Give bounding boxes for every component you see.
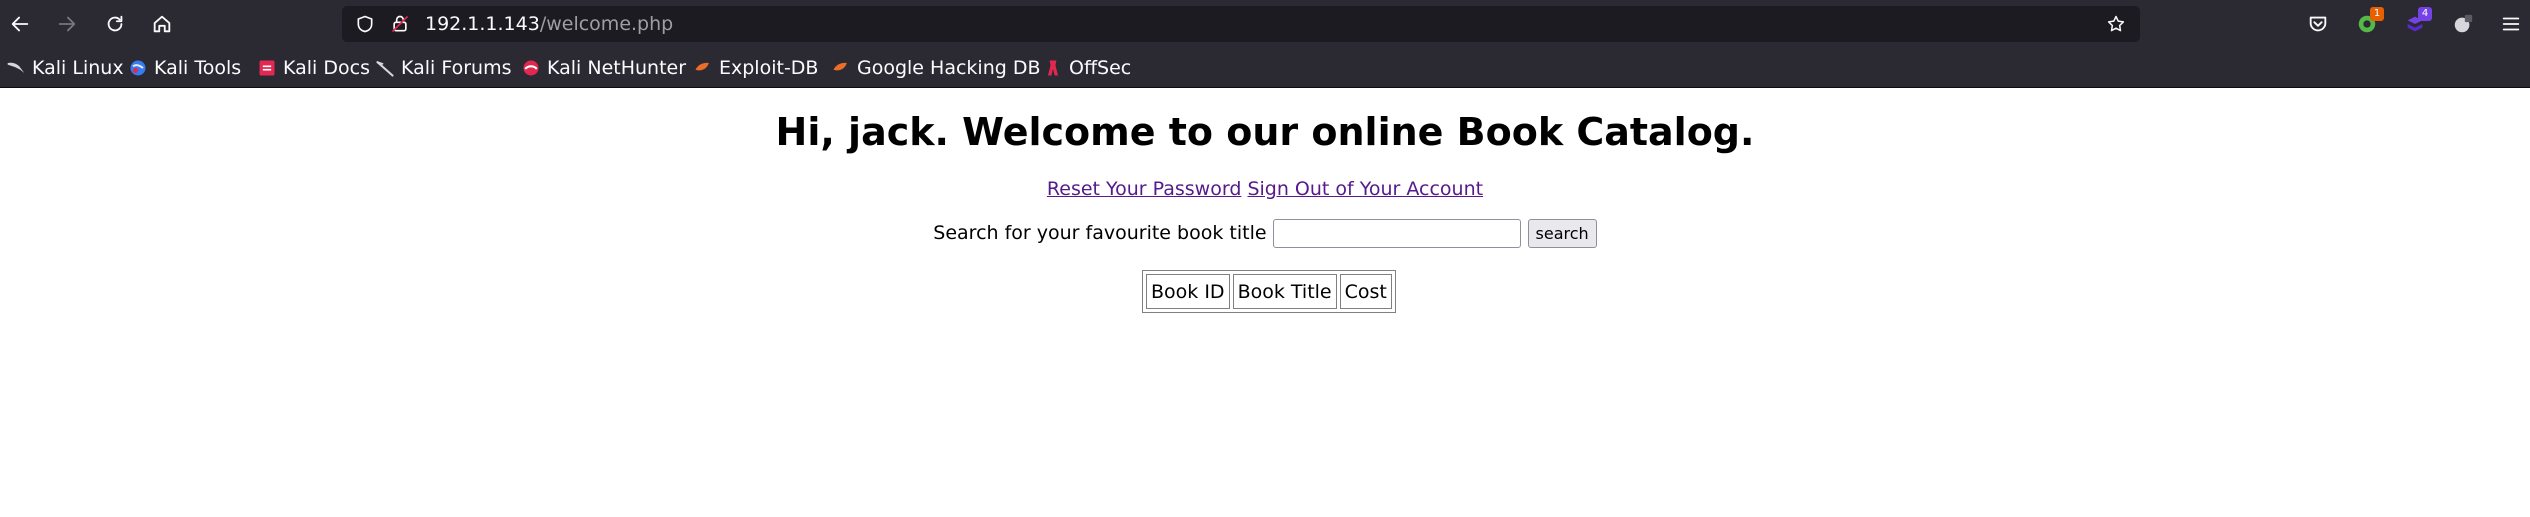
bookmark-kali-tools[interactable]: Kali Tools [128, 48, 241, 88]
back-button[interactable] [2, 6, 38, 42]
extension-3-icon[interactable] [2448, 9, 2478, 39]
bookmark-kali-docs[interactable]: Kali Docs [257, 48, 370, 88]
bookmark-label: OffSec [1069, 57, 1132, 79]
shield-icon[interactable] [354, 13, 376, 35]
table-header-row: Book ID Book Title Cost [1146, 274, 1392, 309]
back-arrow-icon [11, 16, 29, 32]
pocket-icon[interactable] [2303, 9, 2333, 39]
bookmark-label: Kali Tools [154, 57, 242, 79]
account-links: Reset Your Password Sign Out of Your Acc… [0, 177, 2530, 201]
browser-toolbar: 192.1.1.143/welcome.php 1 4 [0, 0, 2530, 48]
hamburger-menu-icon[interactable] [2496, 9, 2526, 39]
url-path: /welcome.php [539, 13, 674, 35]
reset-password-link[interactable]: Reset Your Password [1047, 178, 1241, 200]
url-host: 192.1.1.143 [425, 13, 540, 35]
bookmark-label: Kali Docs [283, 57, 370, 79]
kali-docs-icon [259, 60, 275, 76]
nethunter-icon [523, 60, 539, 76]
page-title: Hi, jack. Welcome to our online Book Cat… [775, 110, 1755, 154]
bookmark-label: Kali Forums [401, 57, 512, 79]
insecure-lock-icon[interactable] [389, 13, 411, 35]
bookmark-kali-forums[interactable]: Kali Forums [375, 48, 512, 88]
address-bar[interactable]: 192.1.1.143/welcome.php [342, 6, 2140, 42]
column-header-book-id: Book ID [1146, 274, 1230, 309]
bookmark-exploit-db[interactable]: Exploit-DB [693, 48, 818, 88]
bookmark-label: Kali Linux [32, 57, 124, 79]
bookmark-kali-linux[interactable]: Kali Linux [6, 48, 124, 88]
reload-button[interactable] [97, 6, 133, 42]
offsec-icon [1048, 60, 1058, 76]
column-header-book-title: Book Title [1232, 274, 1337, 309]
bookmark-label: Exploit-DB [719, 57, 819, 79]
column-header-cost: Cost [1339, 274, 1392, 309]
home-icon [153, 15, 171, 33]
search-button[interactable]: search [1527, 218, 1597, 248]
bookmark-kali-nethunter[interactable]: Kali NetHunter [521, 48, 686, 88]
forward-arrow-icon [58, 16, 76, 32]
kali-forums-icon [376, 61, 394, 77]
url-text[interactable]: 192.1.1.143/welcome.php [425, 6, 673, 42]
forward-button[interactable] [49, 6, 85, 42]
search-label: Search for your favourite book title [933, 222, 1267, 244]
extension-1-icon[interactable]: 1 [2352, 7, 2384, 39]
book-table: Book ID Book Title Cost [1142, 270, 1396, 313]
ghdb-icon [833, 62, 847, 71]
search-form: Search for your favourite book title sea… [0, 217, 2530, 249]
kali-tools-icon [130, 60, 146, 76]
kali-dragon-icon [7, 62, 25, 73]
extension-2-badge: 4 [2418, 7, 2432, 21]
exploit-db-icon [695, 62, 709, 71]
bookmark-label: Kali NetHunter [547, 57, 687, 79]
bookmark-offsec[interactable]: OffSec [1043, 48, 1131, 88]
page-content: Hi, jack. Welcome to our online Book Cat… [0, 89, 2530, 517]
star-icon[interactable] [2105, 13, 2127, 35]
sign-out-link[interactable]: Sign Out of Your Account [1247, 178, 1483, 200]
bookmark-google-hacking-db[interactable]: Google Hacking DB [831, 48, 1041, 88]
search-input[interactable] [1272, 218, 1521, 248]
reload-icon [107, 15, 123, 32]
extension-2-icon[interactable]: 4 [2400, 7, 2432, 39]
bookmark-label: Google Hacking DB [857, 57, 1041, 79]
home-button[interactable] [144, 6, 180, 42]
bookmarks-toolbar: Kali Linux Kali Tools Kali Docs Kali For… [0, 48, 2530, 88]
extension-1-badge: 1 [2370, 7, 2384, 21]
